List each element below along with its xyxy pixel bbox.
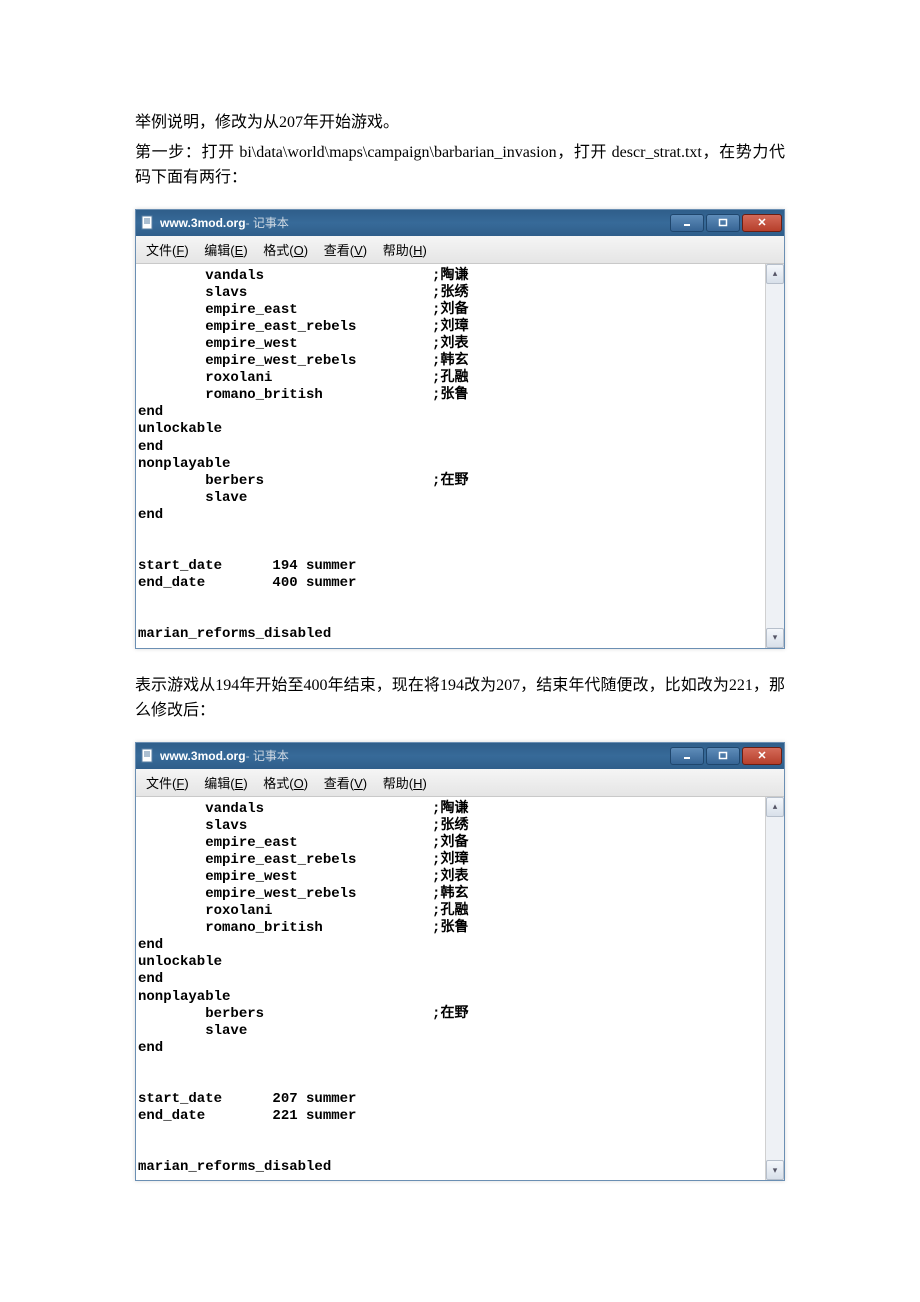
vertical-scrollbar[interactable]: ▴ ▾ [765,797,784,1181]
window-titlebar: www.3mod.org - 记事本 ✕ [136,210,784,236]
intro-line-2: 第一步：打开 bi\data\world\maps\campaign\barba… [135,140,785,191]
window-title-suffix: - 记事本 [246,214,289,231]
menu-bar: 文件(F) 编辑(E) 格式(O) 查看(V) 帮助(H) [136,769,784,797]
menu-help[interactable]: 帮助(H) [377,771,433,794]
window-title: www.3mod.org [160,216,246,230]
maximize-button[interactable] [706,214,740,232]
middle-paragraph: 表示游戏从194年开始至400年结束，现在将194改为207，结束年代随便改，比… [135,673,785,724]
menu-bar: 文件(F) 编辑(E) 格式(O) 查看(V) 帮助(H) [136,236,784,264]
scroll-up-icon[interactable]: ▴ [766,797,784,817]
intro-line-1: 举例说明，修改为从207年开始游戏。 [135,110,785,136]
menu-view[interactable]: 查看(V) [318,238,373,261]
window-titlebar: www.3mod.org - 记事本 ✕ [136,743,784,769]
menu-edit[interactable]: 编辑(E) [198,238,253,261]
scroll-down-icon[interactable]: ▾ [766,628,784,648]
menu-file[interactable]: 文件(F) [140,771,195,794]
notepad-text-content-1[interactable]: vandals ;陶谦 slavs ;张绣 empire_east ;刘备 em… [136,264,765,648]
menu-file[interactable]: 文件(F) [140,238,195,261]
menu-edit[interactable]: 编辑(E) [198,771,253,794]
close-button[interactable]: ✕ [742,214,782,232]
maximize-button[interactable] [706,747,740,765]
menu-view[interactable]: 查看(V) [318,771,373,794]
menu-format[interactable]: 格式(O) [257,771,314,794]
notepad-window-1: www.3mod.org - 记事本 ✕ 文件(F) 编辑(E) 格式(O) 查… [135,209,785,649]
notepad-app-icon [140,215,156,231]
minimize-button[interactable] [670,214,704,232]
vertical-scrollbar[interactable]: ▴ ▾ [765,264,784,648]
scroll-up-icon[interactable]: ▴ [766,264,784,284]
window-title-suffix: - 记事本 [246,747,289,764]
minimize-button[interactable] [670,747,704,765]
notepad-window-2: www.3mod.org - 记事本 ✕ 文件(F) 编辑(E) 格式(O) 查… [135,742,785,1182]
menu-format[interactable]: 格式(O) [257,238,314,261]
notepad-text-content-2[interactable]: vandals ;陶谦 slavs ;张绣 empire_east ;刘备 em… [136,797,765,1181]
menu-help[interactable]: 帮助(H) [377,238,433,261]
close-button[interactable]: ✕ [742,747,782,765]
scroll-down-icon[interactable]: ▾ [766,1160,784,1180]
window-title: www.3mod.org [160,749,246,763]
notepad-app-icon [140,748,156,764]
